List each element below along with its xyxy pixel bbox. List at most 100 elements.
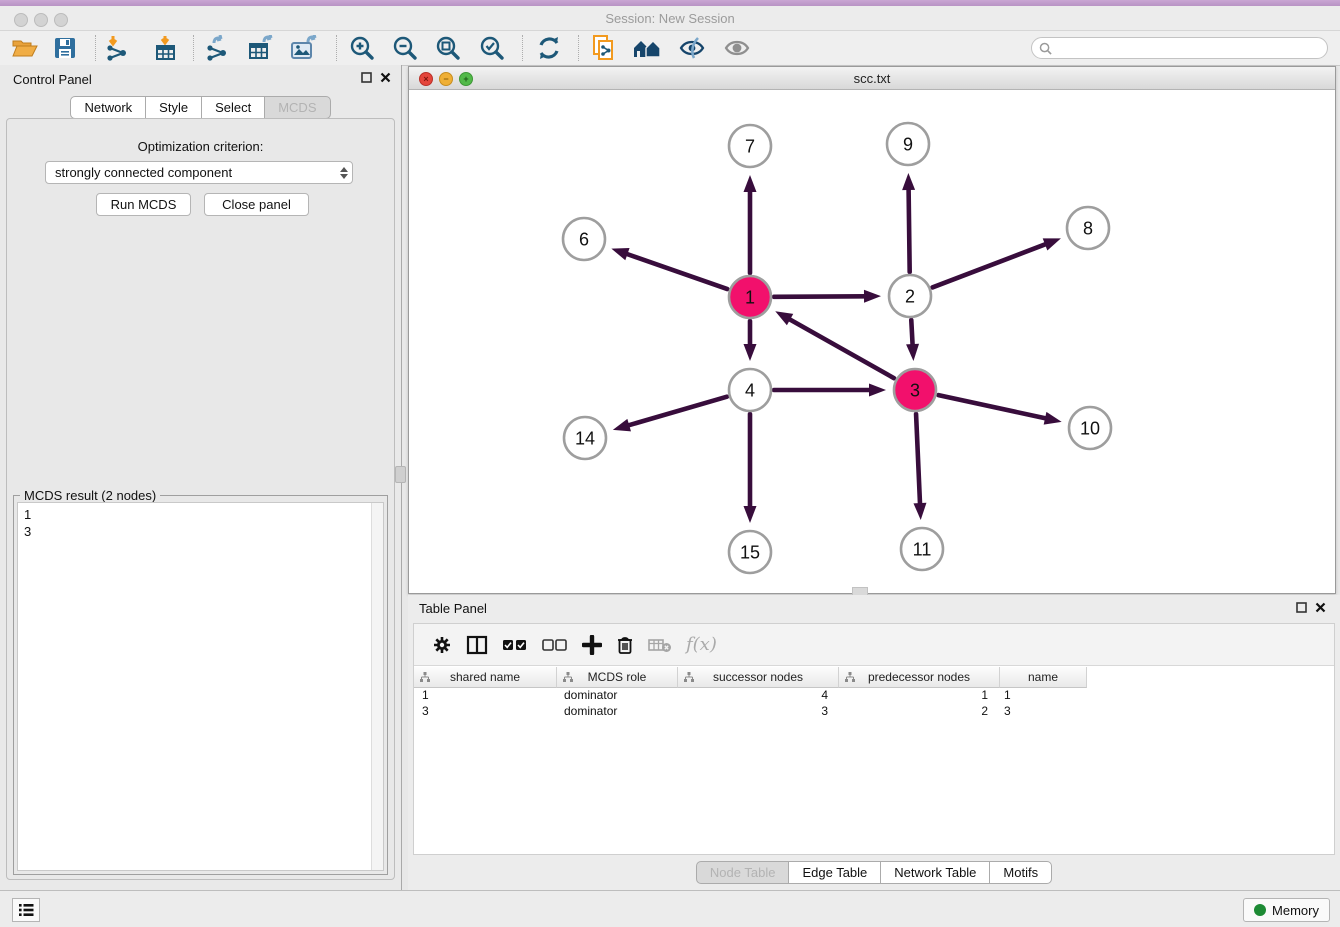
hierarchy-icon xyxy=(563,672,573,682)
table-panel-tabs: Node TableEdge TableNetwork TableMotifs xyxy=(408,861,1340,884)
delete-trash-icon[interactable] xyxy=(616,635,634,655)
close-panel-icon[interactable] xyxy=(380,72,391,83)
table-settings-gear-icon[interactable] xyxy=(432,635,452,655)
column-header-name[interactable]: name xyxy=(1000,667,1087,688)
optimization-criterion-select[interactable]: strongly connected component xyxy=(45,161,353,184)
tab-edge-table[interactable]: Edge Table xyxy=(788,861,881,884)
table-cell[interactable]: dominator xyxy=(556,704,676,718)
edge-3-11[interactable] xyxy=(916,414,920,505)
tab-network[interactable]: Network xyxy=(70,96,146,119)
table-cell[interactable]: 3 xyxy=(996,704,1082,718)
edge-4-14[interactable] xyxy=(627,397,727,426)
close-panel-icon[interactable] xyxy=(1315,602,1326,613)
function-builder-icon: f(x) xyxy=(686,634,717,655)
graph-node-label-8: 8 xyxy=(1083,218,1093,238)
run-mcds-button[interactable]: Run MCDS xyxy=(96,193,191,216)
task-history-button[interactable] xyxy=(12,898,40,922)
edge-2-3[interactable] xyxy=(911,320,912,346)
table-cell[interactable]: 3 xyxy=(414,704,556,718)
edge-1-2[interactable] xyxy=(774,296,866,297)
tab-motifs[interactable]: Motifs xyxy=(989,861,1052,884)
open-session-button[interactable] xyxy=(8,34,42,62)
float-panel-icon[interactable] xyxy=(361,72,372,83)
tab-select[interactable]: Select xyxy=(201,96,265,119)
edge-2-9[interactable] xyxy=(909,188,910,272)
table-cell[interactable]: 1 xyxy=(836,688,996,702)
column-header-predecessor-nodes[interactable]: predecessor nodes xyxy=(839,667,1000,688)
column-header-MCDS-role[interactable]: MCDS role xyxy=(557,667,678,688)
zoom-selected-button[interactable] xyxy=(475,34,509,62)
mcds-panel: Optimization criterion: strongly connect… xyxy=(6,118,395,880)
export-network-button[interactable] xyxy=(201,34,235,62)
export-image-button[interactable] xyxy=(288,34,322,62)
vertical-splitter-handle[interactable] xyxy=(395,466,406,483)
import-table-icon xyxy=(153,35,177,61)
graph-node-label-3: 3 xyxy=(910,380,920,400)
optimization-criterion-label: Optimization criterion: xyxy=(7,139,394,154)
table-cell[interactable]: dominator xyxy=(556,688,676,702)
tab-node-table[interactable]: Node Table xyxy=(696,861,790,884)
hide-selected-button[interactable] xyxy=(675,34,709,62)
select-all-icon[interactable] xyxy=(502,638,528,652)
save-session-button[interactable] xyxy=(48,34,82,62)
table-row[interactable]: 1dominator411 xyxy=(414,687,1334,703)
edge-2-8[interactable] xyxy=(932,244,1046,288)
add-column-icon[interactable] xyxy=(582,635,602,655)
zoom-in-button[interactable] xyxy=(345,34,379,62)
search-input[interactable] xyxy=(1052,40,1306,56)
graph-node-label-9: 9 xyxy=(903,134,913,154)
tab-network-table[interactable]: Network Table xyxy=(880,861,990,884)
network-title: scc.txt xyxy=(409,71,1335,86)
toolbar-search[interactable] xyxy=(1031,37,1328,59)
tab-mcds[interactable]: MCDS xyxy=(264,96,330,119)
table-cell[interactable]: 1 xyxy=(996,688,1082,702)
graph-node-label-2: 2 xyxy=(905,286,915,306)
clone-network-button[interactable] xyxy=(588,34,622,62)
edge-arrowhead xyxy=(775,311,793,325)
float-panel-icon[interactable] xyxy=(1296,602,1307,613)
mcds-result-list[interactable]: 1 3 xyxy=(17,502,384,871)
edge-arrowhead xyxy=(869,384,886,397)
eye-slash-icon xyxy=(678,36,706,60)
memory-button[interactable]: Memory xyxy=(1243,898,1330,922)
deselect-all-icon[interactable] xyxy=(542,638,568,652)
table-header-row: shared nameMCDS rolesuccessor nodesprede… xyxy=(414,667,1087,687)
toolbar-separator xyxy=(193,35,194,61)
refresh-view-button[interactable] xyxy=(532,34,566,62)
zoom-fit-button[interactable] xyxy=(431,34,465,62)
delete-table-icon xyxy=(648,637,672,653)
table-cell[interactable]: 3 xyxy=(676,704,836,718)
edge-arrowhead xyxy=(611,248,629,260)
table-row[interactable]: 3dominator323 xyxy=(414,703,1334,719)
close-panel-button[interactable]: Close panel xyxy=(204,193,309,216)
tab-style[interactable]: Style xyxy=(145,96,202,119)
show-all-button[interactable] xyxy=(720,34,754,62)
export-table-button[interactable] xyxy=(245,34,279,62)
table-cell[interactable]: 4 xyxy=(676,688,836,702)
table-panel-title: Table Panel xyxy=(419,601,487,616)
toolbar-separator xyxy=(522,35,523,61)
zoom-out-button[interactable] xyxy=(388,34,422,62)
column-header-shared-name[interactable]: shared name xyxy=(414,667,557,688)
clone-network-icon xyxy=(592,34,618,62)
control-panel-title: Control Panel xyxy=(13,72,92,87)
import-table-button[interactable] xyxy=(148,34,182,62)
edge-3-10[interactable] xyxy=(938,395,1047,419)
table-cell[interactable]: 1 xyxy=(414,688,556,702)
edge-3-1[interactable] xyxy=(788,319,894,379)
edge-arrowhead xyxy=(906,344,919,361)
first-neighbors-button[interactable] xyxy=(631,34,665,62)
import-network-button[interactable] xyxy=(100,34,134,62)
control-panel: Control Panel NetworkStyleSelectMCDS Opt… xyxy=(0,65,402,890)
column-header-successor-nodes[interactable]: successor nodes xyxy=(678,667,839,688)
open-folder-icon xyxy=(12,37,38,59)
mcds-result-group: MCDS result (2 nodes) 1 3 xyxy=(13,495,388,875)
network-window-titlebar[interactable]: × − + scc.txt xyxy=(409,67,1335,90)
edge-arrowhead xyxy=(613,419,631,431)
network-view-window: × − + scc.txt 7968124314101511 xyxy=(408,66,1336,594)
edge-1-6[interactable] xyxy=(626,254,728,290)
network-canvas[interactable]: 7968124314101511 xyxy=(409,89,1333,591)
result-scrollbar[interactable] xyxy=(371,503,383,870)
table-cell[interactable]: 2 xyxy=(836,704,996,718)
show-columns-icon[interactable] xyxy=(466,635,488,655)
